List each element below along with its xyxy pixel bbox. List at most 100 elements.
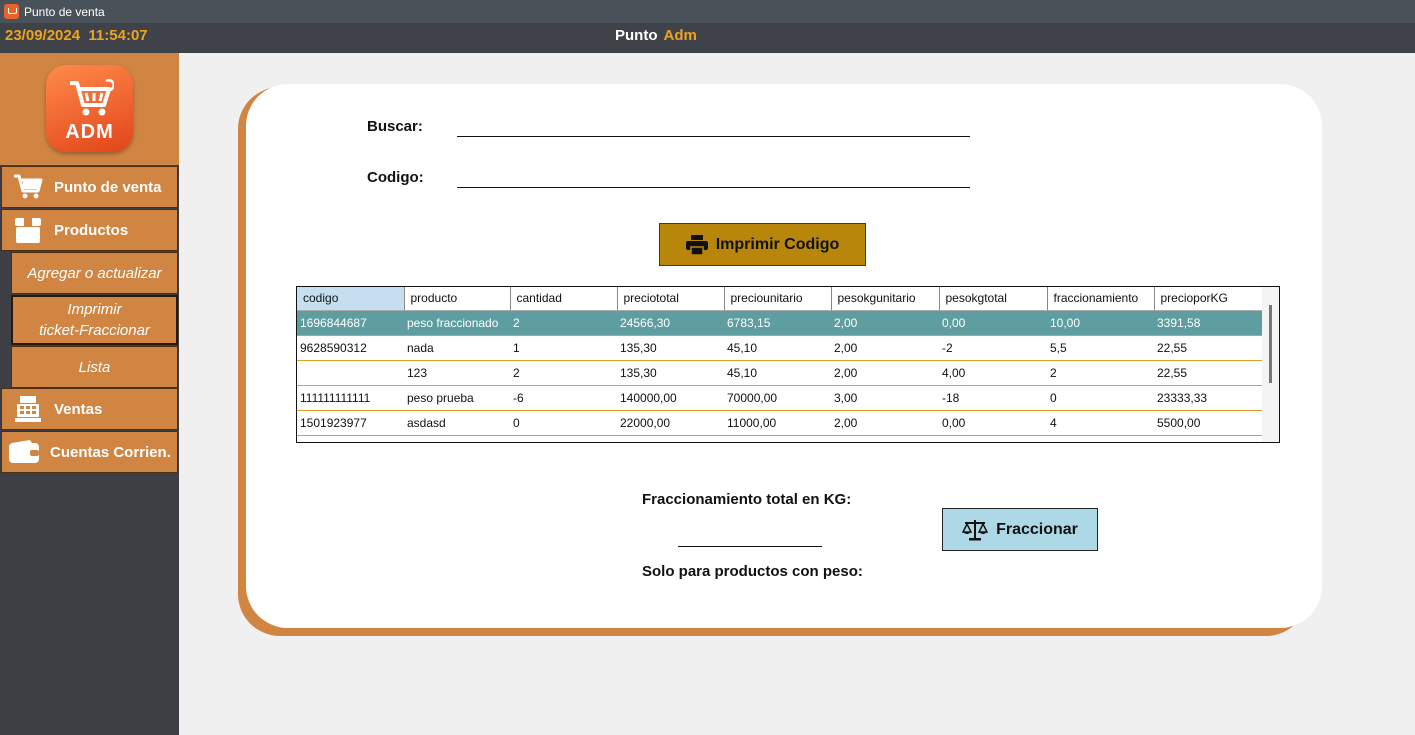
sidebar-item-label: Cuentas Corrien. [50, 443, 171, 461]
sidebar-subitem-agregar[interactable]: Agregar o actualizar [11, 252, 178, 294]
table-cell[interactable]: 4 [1047, 410, 1154, 436]
table-cell[interactable]: 2 [510, 360, 617, 386]
table-cell[interactable]: 3,00 [831, 385, 939, 411]
table-cell[interactable]: 135,30 [617, 360, 724, 386]
table-row[interactable]: 123 2 135,30 45,10 2,00 4,00 2 22,55 [297, 360, 1262, 386]
sidebar-item-punto-de-venta[interactable]: Punto de venta [1, 166, 178, 208]
table-cell[interactable]: 22,55 [1154, 360, 1262, 386]
products-table[interactable]: codigo producto cantidad preciototal pre… [296, 286, 1280, 443]
column-header-pesokgunitario[interactable]: pesokgunitario [831, 287, 940, 311]
table-cell[interactable]: 2,00 [831, 335, 939, 361]
table-row[interactable]: 1696844687 peso fraccionado 2 24566,30 6… [297, 310, 1262, 336]
table-cell[interactable]: peso fraccionado [404, 310, 510, 336]
table-cell[interactable]: -2 [939, 335, 1047, 361]
sidebar-item-cuentas-corrientes[interactable]: Cuentas Corrien. [1, 431, 178, 473]
logo-text: ADM [65, 121, 114, 143]
column-header-preciounitario[interactable]: preciounitario [724, 287, 832, 311]
table-cell[interactable]: 0,00 [939, 310, 1047, 336]
table-cell[interactable]: 3391,58 [1154, 310, 1262, 336]
codigo-input[interactable] [457, 168, 970, 188]
header-title-adm: Adm [663, 27, 697, 44]
table-cell[interactable]: 9628590312 [297, 335, 404, 361]
table-cell[interactable]: -18 [939, 385, 1047, 411]
table-cell[interactable]: 70000,00 [724, 385, 831, 411]
table-cell[interactable]: 45,10 [724, 360, 831, 386]
column-header-precioporkg[interactable]: precioporKG [1154, 287, 1263, 311]
datetime-label: 23/09/2024 11:54:07 [5, 27, 148, 44]
table-cell[interactable]: 0 [510, 410, 617, 436]
table-cell[interactable]: asdasd [404, 410, 510, 436]
column-header-preciototal[interactable]: preciototal [617, 287, 725, 311]
buscar-input[interactable] [457, 117, 970, 137]
column-header-pesokgtotal[interactable]: pesokgtotal [939, 287, 1048, 311]
table-cell[interactable]: 4,00 [939, 360, 1047, 386]
scrollbar-thumb[interactable] [1269, 305, 1272, 383]
sidebar-item-ventas[interactable]: Ventas [1, 388, 178, 430]
table-cell[interactable]: 23333,33 [1154, 385, 1262, 411]
fraccionar-button[interactable]: Fraccionar [942, 508, 1098, 551]
sidebar: ADM Punto de venta Productos Agregar o a… [0, 53, 179, 735]
table-cell[interactable] [297, 360, 404, 386]
table-scrollbar[interactable] [1262, 287, 1279, 442]
window-title: Punto de venta [24, 4, 105, 19]
table-cell[interactable]: 1501923977 [297, 410, 404, 436]
fraccionar-label: Fraccionar [996, 520, 1078, 538]
table-cell[interactable]: 111111111111 [297, 385, 404, 411]
column-header-producto[interactable]: producto [404, 287, 511, 311]
column-header-fraccionamiento[interactable]: fraccionamiento [1047, 287, 1155, 311]
solo-productos-peso-label: Solo para productos con peso: [642, 563, 863, 580]
table-cell[interactable]: 0,00 [939, 410, 1047, 436]
table-cell[interactable]: 2 [510, 310, 617, 336]
table-header-row: codigo producto cantidad preciototal pre… [297, 287, 1263, 311]
imprimir-codigo-button[interactable]: Imprimir Codigo [659, 223, 866, 266]
table-cell[interactable]: 135,30 [617, 335, 724, 361]
sidebar-subitem-imprimir-ticket[interactable]: Imprimir ticket-Fraccionar [11, 295, 178, 345]
column-header-cantidad[interactable]: cantidad [510, 287, 618, 311]
cart-icon [12, 172, 44, 202]
table-row[interactable]: 1501923977 asdasd 0 22000,00 11000,00 2,… [297, 410, 1262, 436]
cash-register-icon [12, 394, 44, 424]
sidebar-item-productos[interactable]: Productos [1, 209, 178, 251]
table-cell[interactable]: 2,00 [831, 410, 939, 436]
adm-logo: ADM [46, 65, 133, 152]
sidebar-item-label: Punto de venta [54, 178, 162, 196]
table-cell[interactable]: 2,00 [831, 310, 939, 336]
table-cell[interactable]: 5500,00 [1154, 410, 1262, 436]
table-cell[interactable]: 2 [1047, 360, 1154, 386]
table-cell[interactable]: 0 [1047, 385, 1154, 411]
fraccionamiento-label: Fraccionamiento total en KG: [642, 491, 852, 508]
app-icon [4, 4, 19, 19]
fraccionamiento-input[interactable] [678, 527, 822, 547]
column-header-codigo[interactable]: codigo [297, 287, 405, 311]
table-cell[interactable]: 24566,30 [617, 310, 724, 336]
sidebar-item-label: Ventas [54, 400, 103, 418]
table-cell[interactable]: nada [404, 335, 510, 361]
sidebar-item-label: Productos [54, 221, 129, 239]
header-title: Punto Adm [615, 27, 697, 44]
table-cell[interactable]: peso prueba [404, 385, 510, 411]
buscar-label: Buscar: [367, 118, 423, 135]
table-cell[interactable]: 5,5 [1047, 335, 1154, 361]
table-cell[interactable]: 22000,00 [617, 410, 724, 436]
table-cell[interactable]: 123 [404, 360, 510, 386]
scale-icon [962, 519, 989, 541]
table-cell[interactable]: -6 [510, 385, 617, 411]
printer-icon [685, 234, 708, 255]
sidebar-subitem-lista[interactable]: Lista [11, 346, 178, 388]
header-bar: 23/09/2024 11:54:07 Punto Adm [0, 23, 1415, 53]
codigo-label: Codigo: [367, 169, 424, 186]
logo-area: ADM [0, 53, 179, 165]
table-cell[interactable]: 22,55 [1154, 335, 1262, 361]
table-cell[interactable]: 6783,15 [724, 310, 831, 336]
table-cell[interactable]: 140000,00 [617, 385, 724, 411]
table-row[interactable]: 111111111111 peso prueba -6 140000,00 70… [297, 385, 1262, 411]
table-cell[interactable]: 1 [510, 335, 617, 361]
window-titlebar: Punto de venta [0, 0, 1415, 23]
table-row[interactable]: 9628590312 nada 1 135,30 45,10 2,00 -2 5… [297, 335, 1262, 361]
table-cell[interactable]: 45,10 [724, 335, 831, 361]
table-cell[interactable]: 11000,00 [724, 410, 831, 436]
table-cell[interactable]: 2,00 [831, 360, 939, 386]
table-cell[interactable]: 1696844687 [297, 310, 404, 336]
box-icon [12, 215, 44, 245]
table-cell[interactable]: 10,00 [1047, 310, 1154, 336]
